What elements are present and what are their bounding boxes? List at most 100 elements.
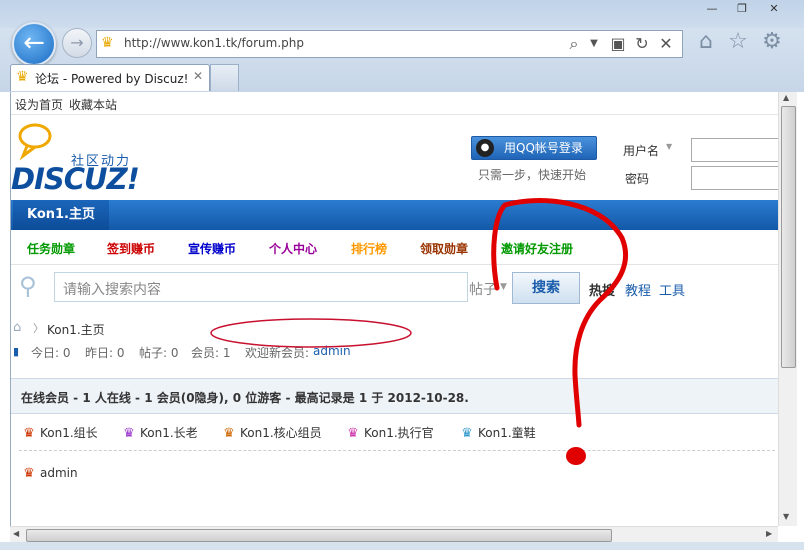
minimize-button[interactable]: —	[700, 2, 724, 16]
horizontal-scrollbar[interactable]: ◀ ▶	[10, 526, 778, 543]
qq-login-button[interactable]: ● 用QQ帐号登录	[471, 136, 597, 160]
subnav-checkin[interactable]: 签到赚币	[107, 240, 155, 257]
group-label: Kon1.执行官	[364, 426, 434, 440]
set-home-link[interactable]: 设为首页	[15, 96, 63, 113]
maximize-button[interactable]: ❐	[730, 2, 754, 16]
stats-members: 会员: 1	[191, 346, 231, 360]
subnav-profile[interactable]: 个人中心	[269, 240, 317, 257]
tab-favicon-icon: ♛	[16, 69, 29, 85]
password-label: 密码	[625, 172, 650, 186]
breadcrumb: ⌂ 〉 Kon1.主页 ◀ ▶	[11, 316, 779, 340]
scroll-right-icon[interactable]: ▶	[766, 529, 772, 538]
back-arrow-icon: ←	[23, 28, 45, 58]
subnav-promote[interactable]: 宣传赚币	[188, 240, 236, 257]
username-field[interactable]	[691, 138, 779, 162]
group-legend-item: ♛ Kon1.长老	[121, 424, 198, 441]
gear-icon[interactable]: ⚙	[758, 28, 786, 56]
main-nav: Kon1.主页	[11, 200, 779, 230]
tab-close-icon[interactable]: ✕	[193, 69, 203, 83]
group-label: Kon1.组长	[40, 426, 98, 440]
subnav-medals[interactable]: 领取勋章	[420, 240, 468, 257]
scroll-left-icon[interactable]: ◀	[13, 529, 19, 538]
group-label: Kon1.童鞋	[478, 426, 536, 440]
tools-link[interactable]: 工具	[659, 280, 685, 299]
close-window-button[interactable]: ✕	[762, 2, 786, 16]
window-bottom-edge	[0, 542, 804, 550]
chevron-down-icon: ▼	[500, 282, 507, 292]
browser-tab[interactable]: ♛ 论坛 - Powered by Discuz! ✕	[10, 64, 210, 91]
address-url[interactable]: http://www.kon1.tk/forum.php	[124, 36, 304, 50]
header: 社区动力 DISCUZ! ● 用QQ帐号登录 只需一步，快速开始 用户名 ▼ 密…	[11, 114, 779, 198]
sub-nav: 任务勋章 签到赚币 宣传赚币 个人中心 排行榜 领取勋章 邀请好友注册	[11, 230, 779, 265]
stats-yesterday: 昨日: 0	[85, 346, 125, 360]
crown-icon: ♛	[461, 426, 473, 441]
star-icon[interactable]: ☆	[724, 28, 752, 56]
home-icon[interactable]: ⌂	[13, 320, 21, 335]
horizontal-scroll-thumb[interactable]	[26, 529, 612, 542]
group-legend-item: ♛ Kon1.组长	[21, 424, 98, 441]
vertical-scrollbar[interactable]: ▲ ▼	[778, 92, 797, 526]
search-row: ⚲ 请输入搜索内容 帖子 ▼ 搜索 热搜 教程 工具	[11, 270, 779, 308]
stats-posts: 帖子: 0	[139, 346, 179, 360]
scroll-up-icon[interactable]: ▲	[783, 93, 789, 102]
crown-icon: ♛	[23, 466, 35, 481]
qq-hint: 只需一步，快速开始	[478, 168, 587, 182]
search-button[interactable]: 搜索	[512, 272, 580, 304]
forum-stats: ▮ 今日: 0 昨日: 0 帖子: 0 会员: 1 欢迎新会员: admin	[11, 344, 779, 362]
search-input[interactable]: 请输入搜索内容 帖子 ▼	[54, 272, 507, 302]
stop-icon[interactable]: ✕	[657, 35, 675, 53]
group-legend-item: ♛ Kon1.执行官	[345, 424, 434, 441]
crown-icon: ♛	[23, 426, 35, 441]
subnav-tasks[interactable]: 任务勋章	[27, 240, 75, 257]
newest-member-link[interactable]: admin	[313, 344, 351, 358]
compatibility-view-icon[interactable]: ▣	[609, 35, 627, 53]
group-legend-item: ♛ Kon1.童鞋	[459, 424, 536, 441]
chevron-down-icon[interactable]: ▼	[666, 142, 672, 151]
address-bar[interactable]: ♛ http://www.kon1.tk/forum.php ⌕ ▼ ▣ ↻ ✕	[96, 30, 683, 58]
crown-icon: ♛	[223, 426, 235, 441]
member-name[interactable]: admin	[40, 466, 78, 480]
stats-chart-icon: ▮	[13, 345, 20, 358]
forward-arrow-icon: →	[70, 33, 84, 52]
chevron-right-icon: 〉	[33, 322, 44, 335]
search-dropdown-icon[interactable]: ⌕	[565, 35, 583, 53]
subnav-ranking[interactable]: 排行榜	[351, 240, 387, 257]
search-type-select[interactable]: 帖子 ▼	[467, 273, 512, 301]
online-members-header: 在线会员 - 1 人在线 - 1 会员(0隐身), 0 位游客 - 最高记录是 …	[11, 378, 779, 414]
password-field[interactable]	[691, 166, 779, 190]
search-type-label: 帖子	[469, 282, 497, 298]
online-member[interactable]: ♛ admin	[21, 466, 78, 481]
new-tab-button[interactable]	[210, 64, 239, 91]
subnav-invite[interactable]: 邀请好友注册	[501, 240, 573, 257]
back-button[interactable]: ←	[12, 22, 56, 66]
qq-penguin-icon: ●	[476, 139, 494, 157]
vertical-scroll-thumb[interactable]	[781, 106, 796, 368]
top-links-bar: 设为首页 收藏本站	[11, 92, 779, 115]
tab-title: 论坛 - Powered by Discuz!	[35, 72, 189, 86]
crown-icon: ♛	[347, 426, 359, 441]
refresh-icon[interactable]: ↻	[633, 35, 651, 53]
online-title: 在线会员 - 1 人在线 - 1 会员(0隐身), 0 位游客 - 最高记录是 …	[21, 391, 469, 405]
group-legend-item: ♛ Kon1.核心组员	[221, 424, 322, 441]
nav-home-tab[interactable]: Kon1.主页	[13, 200, 109, 230]
scroll-down-icon[interactable]: ▼	[783, 512, 789, 521]
qq-login-label: 用QQ帐号登录	[504, 141, 583, 155]
tutorial-link[interactable]: 教程	[625, 280, 651, 299]
breadcrumb-home[interactable]: Kon1.主页	[47, 321, 105, 338]
chevron-down-icon[interactable]: ▼	[585, 35, 603, 53]
bookmark-link[interactable]: 收藏本站	[69, 96, 117, 113]
background-taskbar	[0, 0, 804, 28]
home-icon[interactable]: ⌂	[692, 28, 720, 56]
site-favicon-icon: ♛	[101, 35, 114, 51]
search-icon: ⚲	[19, 272, 37, 300]
divider	[19, 450, 775, 451]
search-placeholder: 请输入搜索内容	[63, 282, 161, 298]
hot-search-label: 热搜	[589, 284, 616, 299]
group-label: Kon1.核心组员	[240, 426, 322, 440]
logo-wordmark: DISCUZ!	[11, 162, 140, 196]
page-viewport: 设为首页 收藏本站 社区动力 DISCUZ! ● 用QQ帐号登录 只需一步，快速…	[10, 92, 779, 526]
group-label: Kon1.长老	[140, 426, 198, 440]
forward-button[interactable]: →	[62, 28, 92, 58]
stats-today: 今日: 0	[31, 346, 71, 360]
username-label[interactable]: 用户名	[623, 142, 659, 159]
